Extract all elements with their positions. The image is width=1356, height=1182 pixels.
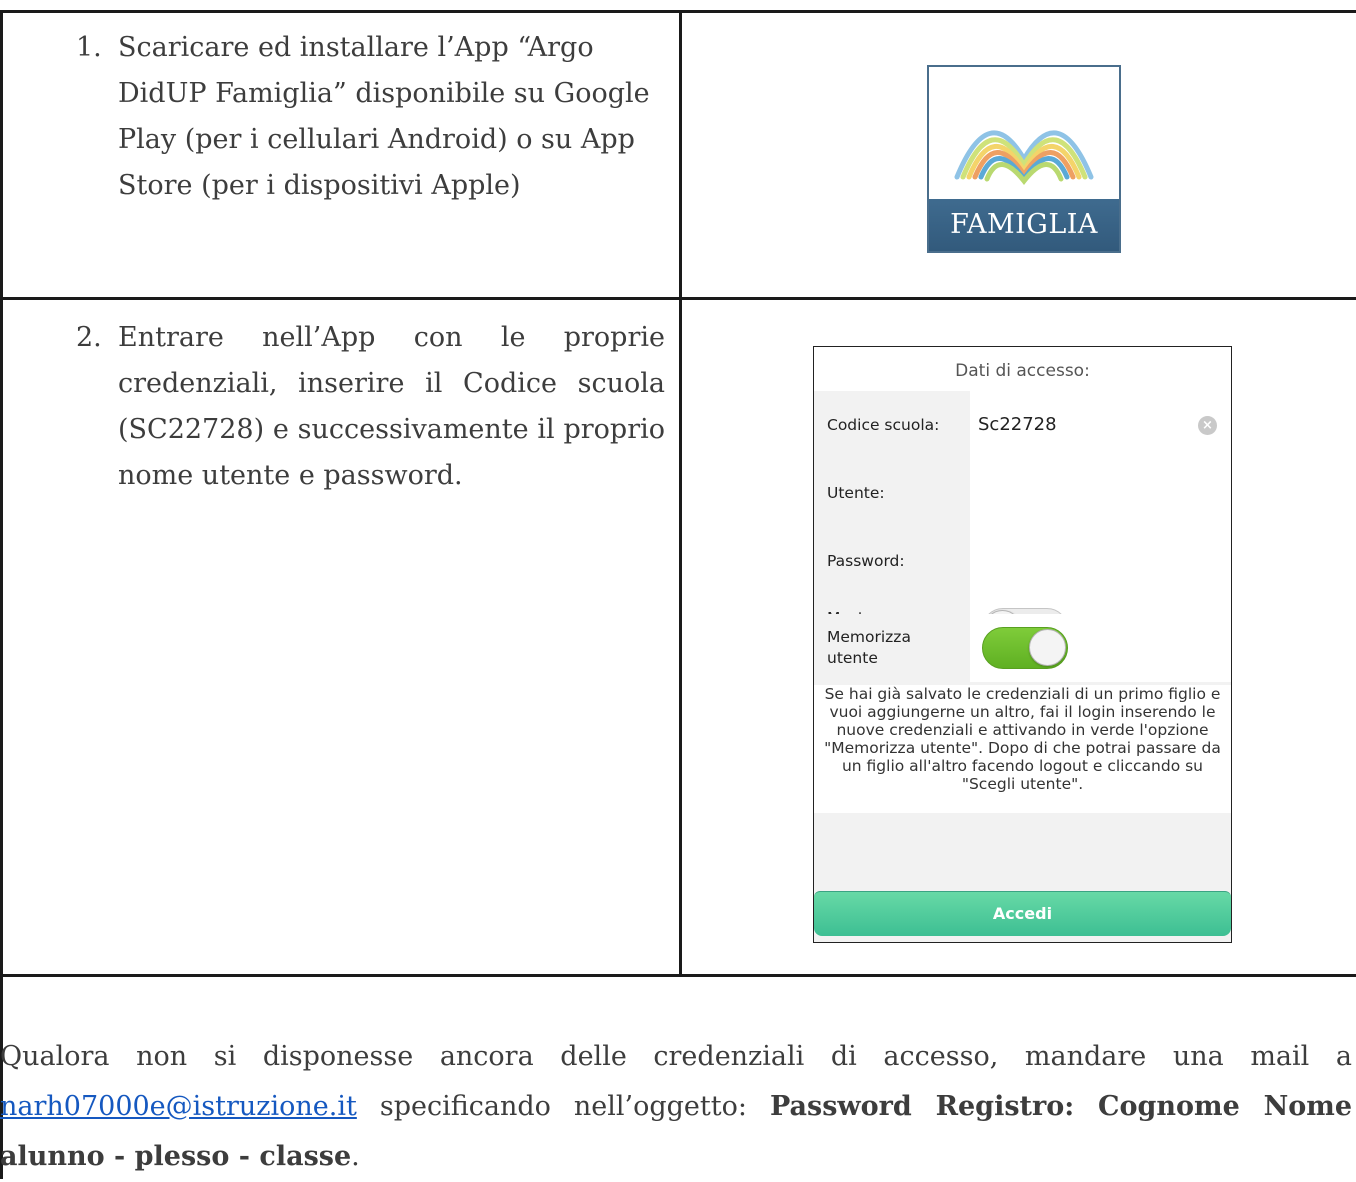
password-label: Password: (814, 527, 970, 595)
step-number: 1. (76, 32, 102, 63)
argo-famiglia-app-icon: FAMIGLIA (927, 65, 1121, 253)
column-divider (679, 10, 682, 977)
remember-user-cell (970, 614, 1231, 682)
school-code-row: Codice scuola: Sc22728 × (814, 391, 1231, 459)
user-row: Utente: (814, 459, 1231, 527)
toggle-knob (1029, 629, 1066, 666)
step-text: Entrare nell’App con le proprie credenzi… (118, 322, 665, 491)
school-code-label: Codice scuola: (814, 391, 970, 459)
info-text: Se hai già salvato le credenziali di un … (814, 685, 1231, 813)
school-code-field[interactable]: Sc22728 × (970, 391, 1231, 459)
remember-user-row-visual: Memorizza utente (814, 614, 1231, 682)
clear-icon[interactable]: × (1198, 416, 1217, 435)
remember-user-label: Memorizza utente (814, 614, 934, 682)
footer-end: . (351, 1141, 360, 1172)
rainbow-arcs-icon (954, 130, 1094, 186)
row-divider-1 (0, 297, 1356, 300)
password-field[interactable] (970, 527, 1231, 595)
remember-user-toggle[interactable] (982, 627, 1068, 669)
user-label: Utente: (814, 459, 970, 527)
step-1: 1. Scaricare ed installare l’App “Argo D… (76, 25, 665, 209)
footer-middle: specificando nell’oggetto: (379, 1091, 747, 1122)
step-text: Scaricare ed installare l’App “Argo DidU… (118, 32, 650, 201)
step-2: 2. Entrare nell’App con le proprie crede… (76, 315, 665, 499)
email-link[interactable]: narh07000e@istruzione.it (0, 1091, 357, 1122)
app-icon-label: FAMIGLIA (929, 199, 1119, 251)
password-row: Password: (814, 527, 1231, 595)
row-divider-2 (0, 974, 1356, 977)
school-code-value: Sc22728 (978, 414, 1057, 435)
login-button[interactable]: Accedi (814, 891, 1231, 936)
footer-note: Qualora non si disponesse ancora delle c… (0, 1032, 1352, 1182)
step-number: 2. (76, 322, 102, 353)
login-title: Dati di accesso: (814, 347, 1231, 392)
footer-intro: Qualora non si disponesse ancora delle c… (0, 1041, 1352, 1072)
user-field[interactable] (970, 459, 1231, 527)
